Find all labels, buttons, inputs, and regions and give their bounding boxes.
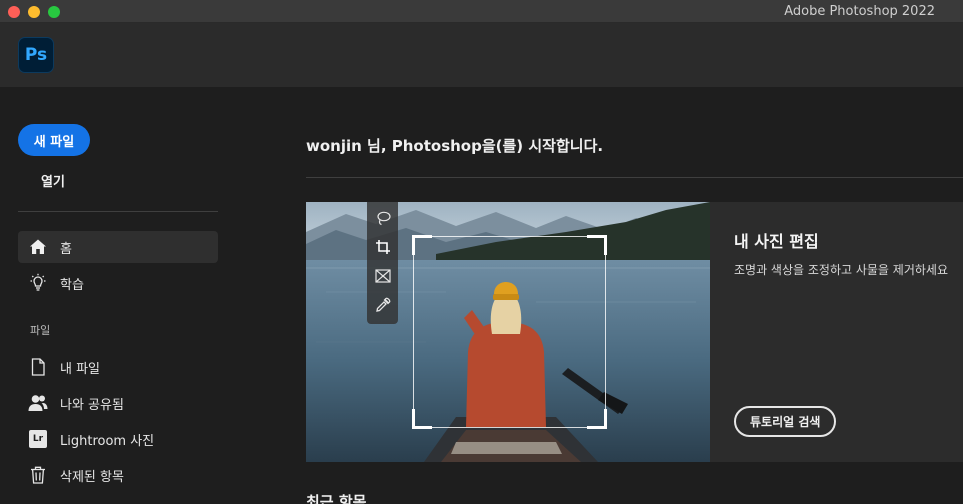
card-hero-image xyxy=(306,202,710,462)
window-minimize-button[interactable] xyxy=(28,6,40,18)
photoshop-logo[interactable]: Ps xyxy=(18,37,54,73)
sidebar-item-deleted[interactable]: 삭제된 항목 xyxy=(18,459,218,491)
lightroom-icon: Lr xyxy=(28,429,48,449)
sidebar-item-label: Lightroom 사진 xyxy=(60,433,155,449)
card-description: 조명과 색상을 조정하고 사물을 제거하세요 xyxy=(734,263,948,277)
open-button[interactable]: 열기 xyxy=(41,171,65,190)
app-header: Ps xyxy=(0,23,963,87)
files-section-label: 파일 xyxy=(30,324,51,337)
document-icon xyxy=(28,357,48,377)
crop-frame xyxy=(412,235,607,429)
sidebar-item-label: 내 파일 xyxy=(60,361,101,377)
sidebar-item-learn[interactable]: 학습 xyxy=(18,267,218,299)
people-icon xyxy=(28,393,48,413)
sidebar-item-label: 홈 xyxy=(60,241,72,257)
tool-strip xyxy=(367,202,398,324)
trash-icon xyxy=(28,465,48,485)
sidebar-item-label: 삭제된 항목 xyxy=(60,469,124,485)
lightbulb-icon xyxy=(28,273,48,293)
home-icon xyxy=(28,237,48,257)
window-maximize-button[interactable] xyxy=(48,6,60,18)
app-title: Adobe Photoshop 2022 xyxy=(784,4,935,19)
crop-icon xyxy=(372,236,393,257)
sidebar-item-label: 나와 공유됨 xyxy=(60,397,124,413)
sidebar-item-my-files[interactable]: 내 파일 xyxy=(18,351,218,383)
main-content: wonjin 님, Photoshop을(를) 시작합니다. 내 사진 편집 조… xyxy=(240,87,963,504)
search-tutorials-button[interactable]: 튜토리얼 검색 xyxy=(734,406,837,437)
window-close-button[interactable] xyxy=(8,6,20,18)
recent-heading: 최근 항목 xyxy=(306,493,367,504)
sidebar-item-label: 학습 xyxy=(60,277,84,293)
lasso-icon xyxy=(372,207,393,228)
sidebar-item-lightroom[interactable]: Lr Lightroom 사진 xyxy=(18,423,218,455)
sidebar-divider xyxy=(18,211,218,212)
new-file-button[interactable]: 새 파일 xyxy=(18,124,90,156)
eyedropper-icon xyxy=(372,294,393,315)
sidebar-item-shared[interactable]: 나와 공유됨 xyxy=(18,387,218,419)
main-divider xyxy=(306,177,963,178)
welcome-heading: wonjin 님, Photoshop을(를) 시작합니다. xyxy=(306,137,604,155)
sidebar-item-home[interactable]: 홈 xyxy=(18,231,218,263)
card-info: 내 사진 편집 조명과 색상을 조정하고 사물을 제거하세요 튜토리얼 검색 xyxy=(734,202,963,462)
sidebar: 새 파일 열기 홈 학습 파일 내 파일 나와 공유됨 Lr Lightroom… xyxy=(0,87,240,504)
lightroom-icon-text: Lr xyxy=(29,430,47,448)
window-titlebar: Adobe Photoshop 2022 xyxy=(0,0,963,23)
card-title: 내 사진 편집 xyxy=(734,232,819,251)
edit-photo-card[interactable]: 내 사진 편집 조명과 색상을 조정하고 사물을 제거하세요 튜토리얼 검색 xyxy=(306,202,963,462)
frame-icon xyxy=(372,265,393,286)
